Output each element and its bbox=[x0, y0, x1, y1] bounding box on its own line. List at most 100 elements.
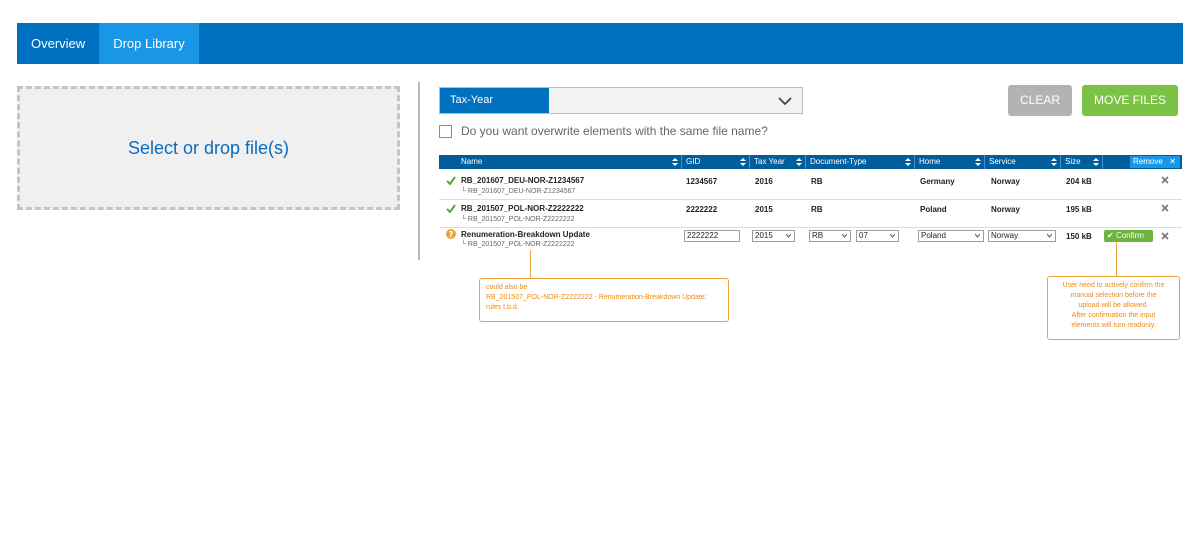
file-original-name-text: RB_201507_POL-NOR-Z2222222 bbox=[467, 216, 575, 223]
chevron-down-icon bbox=[890, 234, 895, 238]
column-label: Size bbox=[1065, 157, 1081, 166]
annotation-note-confirm: User need to actively confirm the manual… bbox=[1047, 276, 1180, 340]
remove-row-icon[interactable] bbox=[1161, 204, 1169, 212]
file-name: RB_201607_DEU-NOR-Z1234567 bbox=[461, 176, 585, 185]
table-row-editable: ? Renumeration-Breakdown Update └ RB_201… bbox=[439, 228, 1182, 254]
overwrite-checkbox[interactable] bbox=[439, 124, 452, 138]
tab-drop-library[interactable]: Drop Library bbox=[99, 23, 199, 64]
document-subtype-select[interactable]: 07 bbox=[856, 230, 899, 242]
document-subtype-select-value: 07 bbox=[859, 231, 868, 240]
svg-text:?: ? bbox=[449, 230, 454, 239]
overwrite-option: Do you want overwrite elements with the … bbox=[439, 124, 768, 138]
document-type-select-value: RB bbox=[812, 231, 824, 240]
home-value: Poland bbox=[920, 205, 947, 214]
chevron-down-icon bbox=[1047, 234, 1052, 238]
tax-year-select[interactable]: 2015 bbox=[752, 230, 795, 242]
document-type-value: RB bbox=[811, 177, 823, 186]
service-select[interactable]: Norway bbox=[988, 230, 1056, 242]
check-icon bbox=[446, 204, 456, 214]
note-leader-line bbox=[1116, 242, 1117, 276]
file-original-name: └ RB_201607_DEU-NOR-Z1234567 bbox=[461, 188, 576, 195]
file-name: RB_201507_POL-NOR-Z2222222 bbox=[461, 204, 584, 213]
remove-row-icon[interactable] bbox=[1161, 232, 1169, 240]
column-header-tax-year[interactable]: Tax Year bbox=[750, 155, 806, 169]
clear-button[interactable]: CLEAR bbox=[1008, 85, 1072, 116]
file-table-header: Name GID Tax Year Document-Type Home Ser… bbox=[439, 155, 1182, 169]
note-line: could also be bbox=[486, 284, 528, 291]
gid-value: 1234567 bbox=[686, 177, 718, 186]
home-select-value: Poland bbox=[921, 231, 946, 240]
move-files-button[interactable]: MOVE FILES bbox=[1082, 85, 1178, 116]
document-type-value: RB bbox=[811, 205, 823, 214]
file-original-name-text: RB_201607_DEU-NOR-Z1234567 bbox=[467, 188, 576, 195]
remove-label: Remove bbox=[1133, 157, 1163, 166]
note-line: User need to actively confirm the bbox=[1062, 282, 1165, 289]
column-label: Service bbox=[989, 157, 1016, 166]
column-label: GID bbox=[686, 157, 701, 166]
sort-icon bbox=[672, 158, 678, 166]
note-line: elements will turn readonly. bbox=[1071, 322, 1156, 329]
file-name: Renumeration-Breakdown Update bbox=[461, 230, 590, 239]
note-line: rules t.b.d. bbox=[486, 304, 519, 311]
service-value: Norway bbox=[991, 177, 1020, 186]
sort-icon bbox=[905, 158, 911, 166]
drop-zone-label: Select or drop file(s) bbox=[127, 137, 290, 158]
sort-icon bbox=[740, 158, 746, 166]
column-label: Document-Type bbox=[810, 157, 867, 166]
vertical-divider bbox=[418, 82, 420, 260]
note-leader-line bbox=[530, 250, 531, 278]
table-row: RB_201507_POL-NOR-Z2222222 └ RB_201507_P… bbox=[439, 201, 1182, 228]
size-value: 195 kB bbox=[1066, 205, 1092, 214]
tax-year-select-value: 2015 bbox=[755, 231, 773, 240]
note-line: After confirmation the input bbox=[1071, 312, 1156, 319]
note-line: manual selection before the bbox=[1070, 292, 1157, 299]
tax-year-value: 2015 bbox=[755, 205, 773, 214]
gid-input[interactable]: 2222222 bbox=[684, 230, 740, 242]
home-select[interactable]: Poland bbox=[918, 230, 984, 242]
sort-icon bbox=[975, 158, 981, 166]
column-label: Name bbox=[461, 157, 483, 166]
chevron-down-icon bbox=[786, 234, 791, 238]
column-header-service[interactable]: Service bbox=[985, 155, 1061, 169]
sort-icon bbox=[1093, 158, 1099, 166]
tax-year-value: 2016 bbox=[755, 177, 773, 186]
column-header-home[interactable]: Home bbox=[915, 155, 985, 169]
tab-overview[interactable]: Overview bbox=[17, 23, 99, 64]
file-original-name-text: RB_201507_POL-NOR-Z2222222 bbox=[467, 241, 575, 248]
remove-all-button[interactable]: Remove ✕ bbox=[1130, 156, 1180, 168]
check-icon: ✔ bbox=[1107, 231, 1114, 240]
column-label: Home bbox=[919, 157, 941, 166]
sort-icon bbox=[796, 158, 802, 166]
home-value: Germany bbox=[920, 177, 955, 186]
gid-value: 2222222 bbox=[686, 205, 718, 214]
size-value: 204 kB bbox=[1066, 177, 1092, 186]
column-header-size[interactable]: Size bbox=[1061, 155, 1103, 169]
chevron-down-icon bbox=[975, 234, 980, 238]
check-icon bbox=[446, 176, 456, 186]
top-nav: Overview Drop Library bbox=[17, 23, 1183, 64]
confirm-button[interactable]: ✔ Confirm bbox=[1104, 230, 1153, 242]
file-original-name: └ RB_201507_POL-NOR-Z2222222 bbox=[461, 216, 575, 223]
column-header-gid[interactable]: GID bbox=[682, 155, 750, 169]
note-line: upload will be allowed. bbox=[1078, 302, 1149, 309]
close-icon: ✕ bbox=[1169, 157, 1176, 166]
size-value: 150 kB bbox=[1066, 232, 1092, 241]
document-type-select[interactable]: RB bbox=[809, 230, 851, 242]
chevron-down-icon bbox=[778, 97, 792, 106]
sort-icon bbox=[1051, 158, 1057, 166]
file-drop-zone[interactable]: Select or drop file(s) bbox=[17, 86, 400, 210]
chevron-down-icon bbox=[842, 234, 847, 238]
column-header-document-type[interactable]: Document-Type bbox=[806, 155, 915, 169]
service-value: Norway bbox=[991, 205, 1020, 214]
overwrite-label: Do you want overwrite elements with the … bbox=[461, 124, 768, 138]
confirm-label: Confirm bbox=[1115, 231, 1144, 240]
service-select-value: Norway bbox=[991, 231, 1019, 240]
column-label: Tax Year bbox=[754, 157, 785, 166]
tax-year-select[interactable]: Tax-Year bbox=[439, 87, 803, 114]
tax-year-label: Tax-Year bbox=[440, 88, 549, 113]
annotation-note-name: could also be RB_201507_POL-NOR-Z2222222… bbox=[479, 278, 729, 322]
file-original-name: └ RB_201507_POL-NOR-Z2222222 bbox=[461, 241, 575, 248]
remove-row-icon[interactable] bbox=[1161, 176, 1169, 184]
note-line: RB_201507_POL-NOR-Z2222222 - Renumeratio… bbox=[486, 294, 707, 301]
column-header-name[interactable]: Name bbox=[457, 155, 682, 169]
